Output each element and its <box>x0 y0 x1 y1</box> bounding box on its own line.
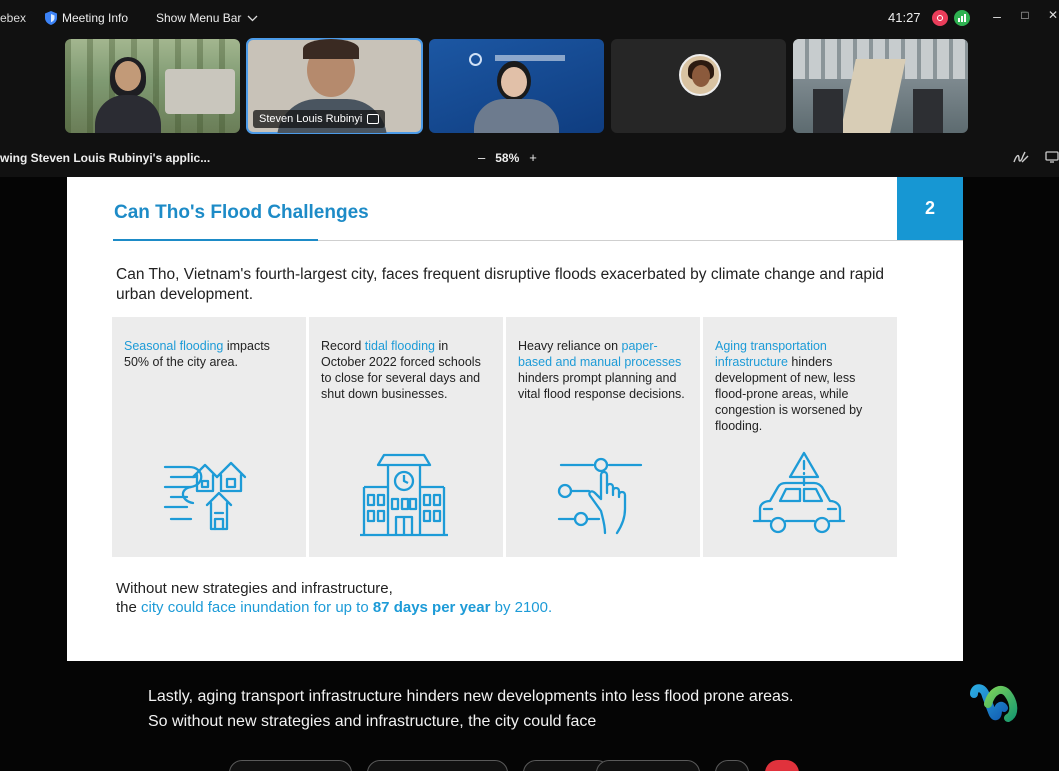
network-health-icon[interactable] <box>954 10 970 26</box>
recording-icon[interactable] <box>932 10 948 26</box>
hand-touch-slider-icon <box>557 457 643 535</box>
zoom-in-button[interactable]: + <box>529 150 537 165</box>
menu-bar: ebex Meeting Info Show Menu Bar 41:27 – … <box>0 0 1059 36</box>
more-options-button[interactable] <box>715 760 749 771</box>
caption-line-1: Lastly, aging transport infrastructure h… <box>148 688 794 705</box>
share-options-icon[interactable] <box>1045 150 1059 164</box>
title-accent-line <box>113 239 318 241</box>
participant-strip: Steven Louis Rubinyi <box>0 36 1059 140</box>
mute-button[interactable] <box>229 760 352 771</box>
participant-name-chip: Steven Louis Rubinyi <box>253 110 386 128</box>
show-menu-bar-label: Show Menu Bar <box>156 11 242 25</box>
car-warning-icon <box>752 451 846 534</box>
webex-logo-icon <box>970 684 1018 722</box>
challenge-panel-tidal-flooding: Record tidal flooding in October 2022 fo… <box>309 317 503 557</box>
panel-highlight: Seasonal flooding <box>124 339 224 353</box>
participant-tile-room[interactable] <box>793 39 968 133</box>
screen-share-icon <box>367 114 380 124</box>
panel-text: hinders prompt planning and vital flood … <box>518 371 685 401</box>
annotate-icon[interactable] <box>1013 150 1029 164</box>
footer-line-2: the city could face inundation for up to… <box>116 599 553 616</box>
meeting-timer: 41:27 <box>888 10 921 25</box>
zoom-out-button[interactable]: – <box>478 150 485 165</box>
maximize-button[interactable]: □ <box>1016 8 1034 22</box>
app-name: ebex <box>0 11 27 25</box>
panel-highlight: tidal flooding <box>364 339 435 353</box>
participant-tile[interactable] <box>429 39 604 133</box>
school-building-icon <box>360 453 448 537</box>
avatar <box>679 54 721 96</box>
challenge-panel-seasonal-flooding: Seasonal flooding impacts 50% of the cit… <box>112 317 306 557</box>
panel-pre-text: Heavy reliance on <box>518 339 622 353</box>
participant-name: Steven Louis Rubinyi <box>259 113 363 125</box>
flooded-houses-icon <box>163 461 247 531</box>
close-button[interactable]: ✕ <box>1044 8 1059 22</box>
slide-intro: Can Tho, Vietnam's fourth-largest city, … <box>116 266 885 303</box>
minimize-button[interactable]: – <box>988 8 1006 24</box>
caption-line-2: So without new strategies and infrastruc… <box>148 713 597 730</box>
meeting-info-button[interactable]: Meeting Info <box>45 8 128 28</box>
challenge-panel-manual-processes: Heavy reliance on paper-based and manual… <box>506 317 700 557</box>
meeting-info-label: Meeting Info <box>62 11 129 25</box>
screen-share-bar: wing Steven Louis Rubinyi's applic... – … <box>0 140 1059 177</box>
challenge-panel-aging-transport: Aging transportation infrastructure hind… <box>703 317 897 557</box>
challenge-panels: Seasonal flooding impacts 50% of the cit… <box>112 317 897 557</box>
leave-meeting-button[interactable] <box>765 760 799 771</box>
stop-video-button[interactable] <box>367 760 508 771</box>
participant-tile-video-off[interactable] <box>611 39 786 133</box>
slide-footer: Without new strategies and infrastructur… <box>116 579 552 617</box>
slide-page-number: 2 <box>897 177 963 240</box>
closed-captions: Lastly, aging transport infrastructure h… <box>148 684 928 734</box>
zoom-control: – 58% + <box>478 150 537 165</box>
participant-tile[interactable] <box>65 39 240 133</box>
show-menu-bar-button[interactable]: Show Menu Bar <box>156 8 258 28</box>
footer-line-1: Without new strategies and infrastructur… <box>116 580 393 597</box>
participant-tile-active-speaker[interactable]: Steven Louis Rubinyi <box>246 38 423 134</box>
shield-icon <box>45 11 57 25</box>
shared-slide: Can Tho's Flood Challenges 2 Can Tho, Vi… <box>67 177 963 661</box>
chevron-down-icon <box>247 15 258 21</box>
zoom-level[interactable]: 58% <box>495 151 519 165</box>
slide-title: Can Tho's Flood Challenges <box>114 202 369 223</box>
viewing-share-label: wing Steven Louis Rubinyi's applic... <box>0 151 211 165</box>
panel-pre-text: Record <box>321 339 365 353</box>
reactions-button[interactable] <box>596 760 700 771</box>
